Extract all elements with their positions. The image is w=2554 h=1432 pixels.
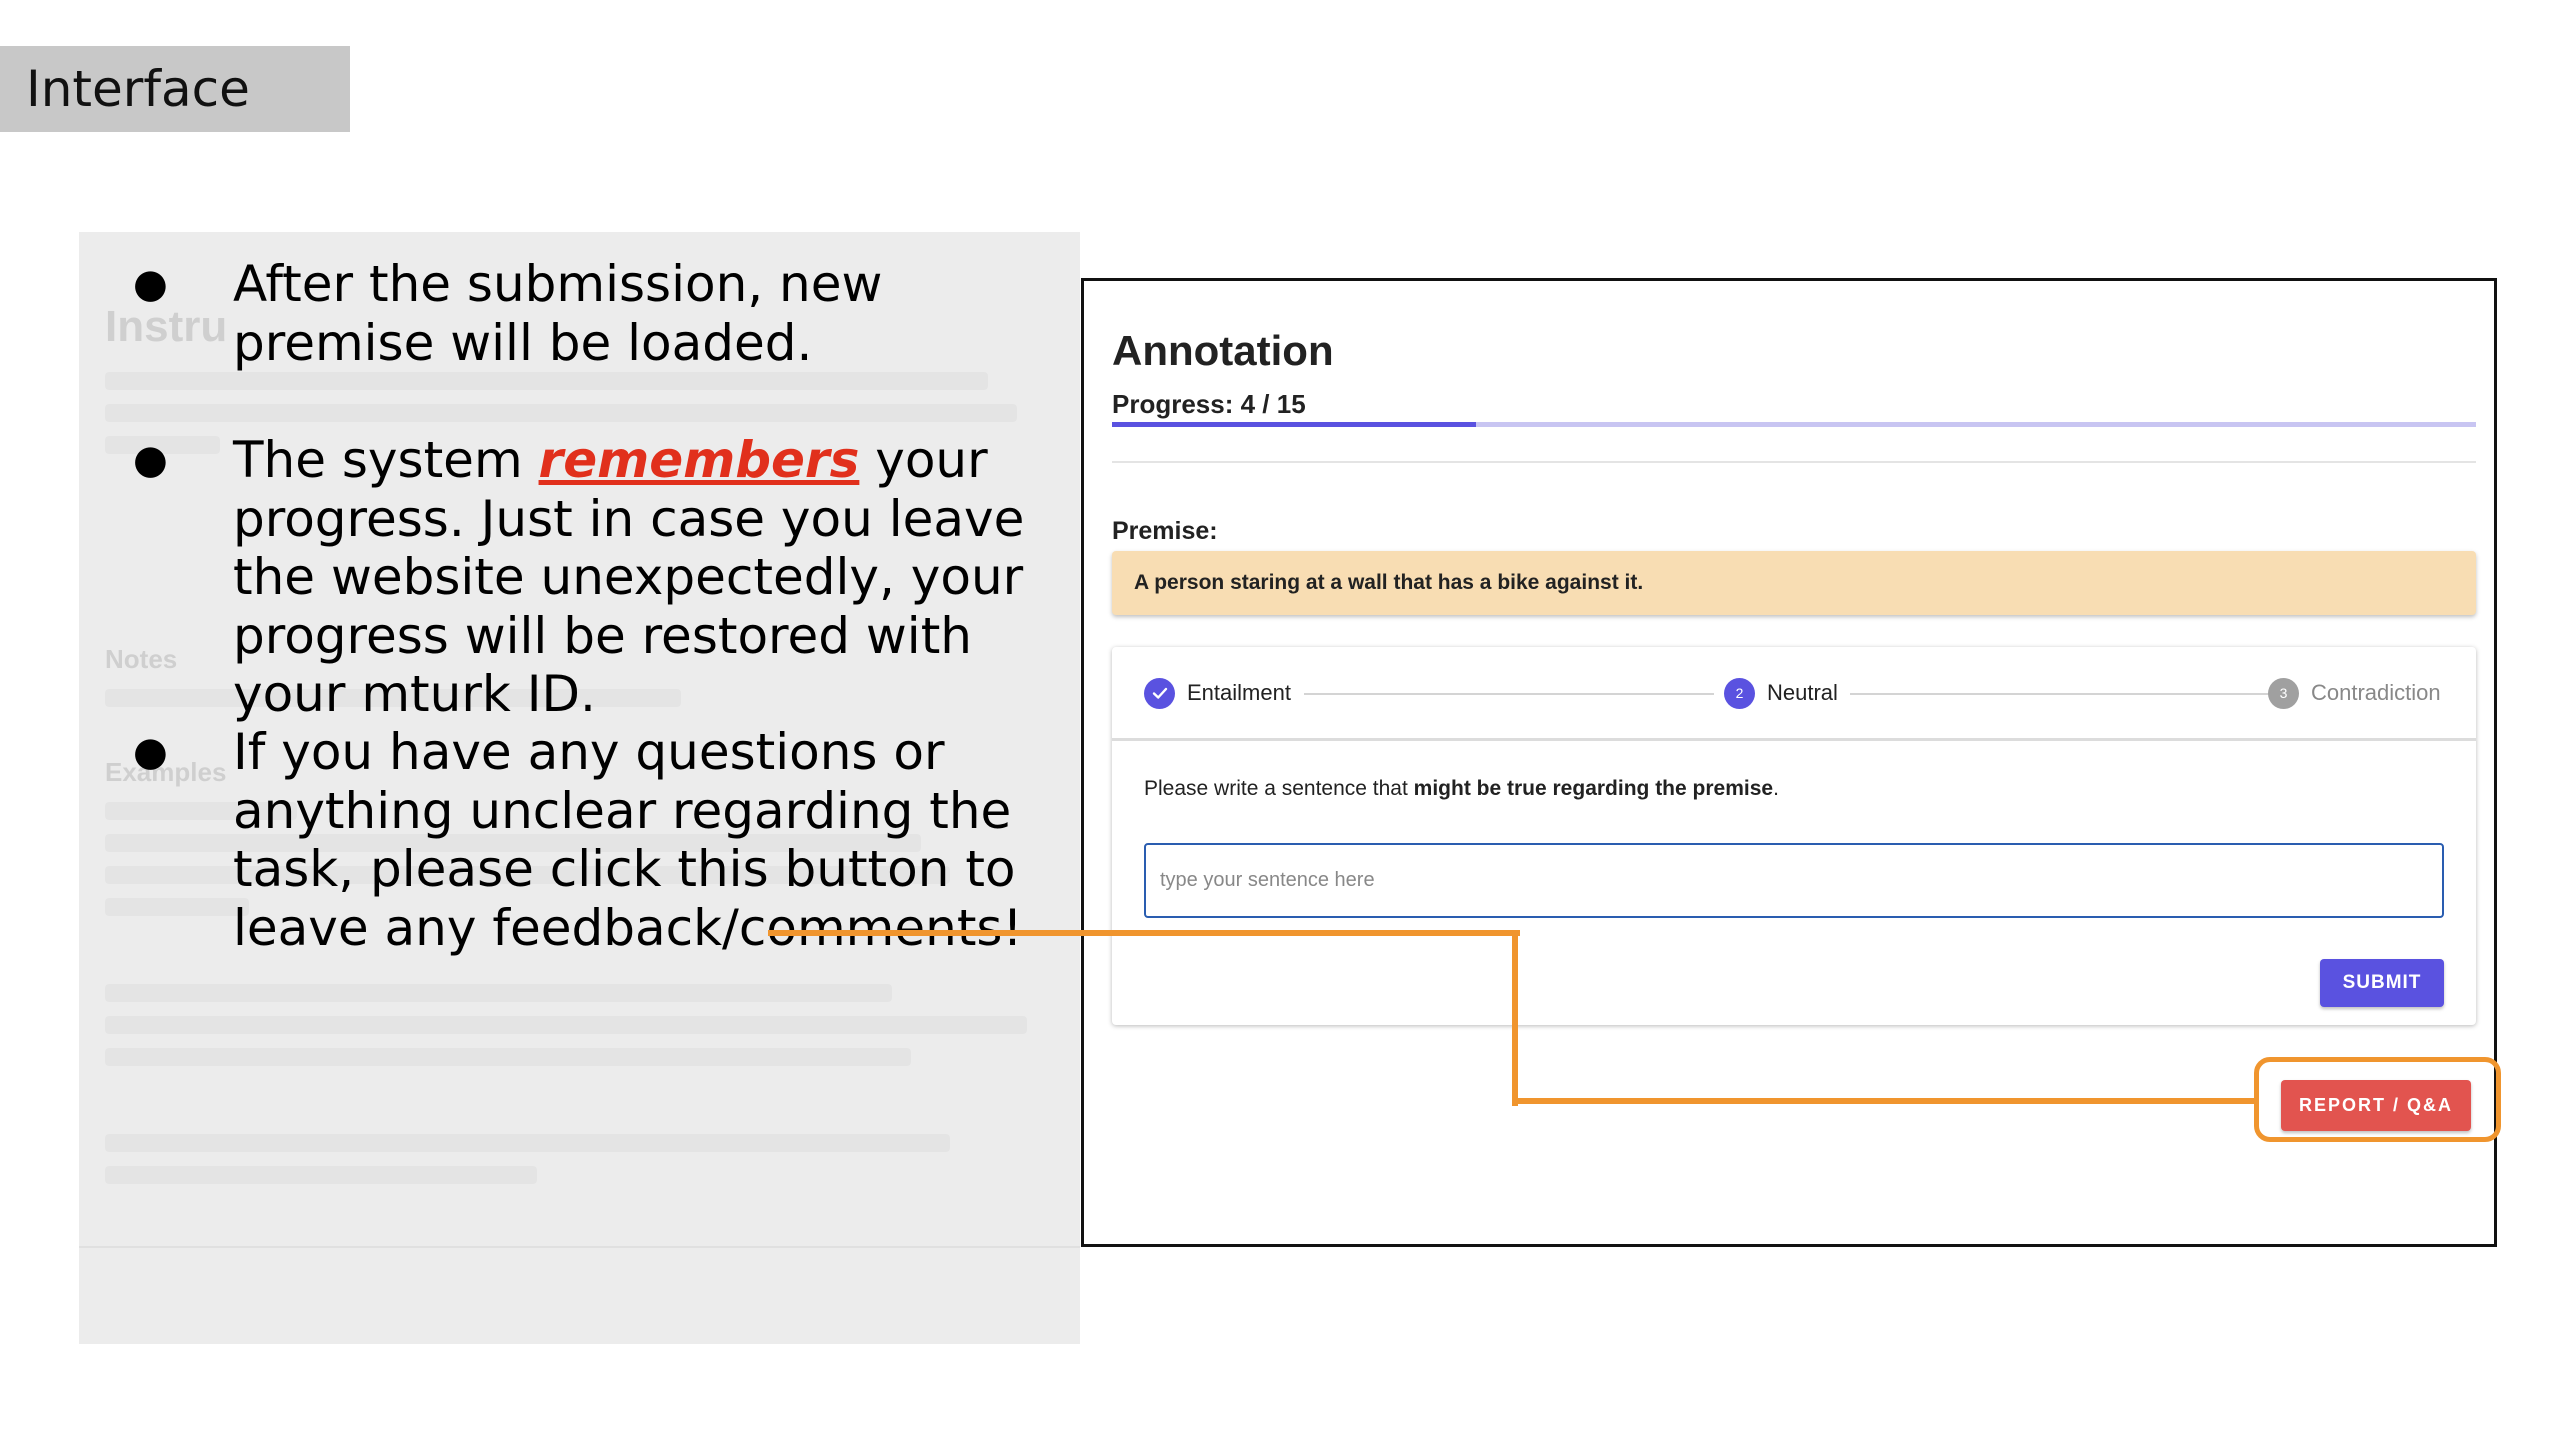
instruction-pre: Please write a sentence that: [1144, 777, 1414, 800]
instruction-bold: might be true regarding the premise: [1413, 777, 1774, 800]
callout-line-horizontal: [1512, 1098, 2256, 1104]
divider: [1112, 461, 2476, 463]
step-label: Entailment: [1187, 680, 1291, 705]
faded-footer-divider: [79, 1246, 1080, 1248]
step-connector: [1850, 693, 2270, 695]
step-entailment[interactable]: Entailment: [1144, 677, 1291, 709]
bullet-text: If you have any questions or anything un…: [233, 723, 1023, 957]
step-neutral[interactable]: 2 Neutral: [1724, 677, 1838, 709]
bullet-dot-icon: ●: [133, 261, 168, 307]
premise-text: A person staring at a wall that has a bi…: [1112, 551, 2476, 615]
check-icon: [1144, 677, 1175, 709]
slide-section-tag: Interface: [0, 46, 350, 132]
instruction-text: Please write a sentence that might be tr…: [1144, 777, 1779, 801]
progress-bar: [1112, 422, 2476, 427]
bullet-text: The system remembers your progress. Just…: [233, 431, 1093, 724]
callout-highlight-box: [2254, 1057, 2501, 1142]
bullet-text-pre: The system: [233, 431, 539, 489]
progress-label: Progress: 4 / 15: [1112, 389, 1306, 419]
bullet-dot-icon: ●: [133, 437, 168, 483]
callout-line-vertical: [1512, 930, 1518, 1106]
submit-button[interactable]: SUBMIT: [2320, 959, 2444, 1007]
bullet-text: After the submission, new premise will b…: [233, 255, 883, 372]
page-title: Annotation: [1112, 327, 1334, 374]
annotation-card: Entailment 2 Neutral 3 Contradiction Ple…: [1112, 647, 2476, 1025]
step-connector: [1304, 693, 1714, 695]
step-label: Neutral: [1767, 680, 1838, 705]
callout-line-horizontal: [768, 930, 1520, 936]
bullet-highlight: remembers: [538, 431, 860, 489]
sentence-input[interactable]: [1144, 843, 2444, 918]
step-contradiction[interactable]: 3 Contradiction: [2268, 677, 2441, 709]
step-number-badge: 3: [2268, 677, 2299, 709]
instruction-post: .: [1773, 777, 1779, 800]
step-number-badge: 2: [1724, 677, 1755, 709]
stepper: Entailment 2 Neutral 3 Contradiction: [1112, 647, 2476, 741]
step-label: Contradiction: [2311, 680, 2441, 705]
bullet-dot-icon: ●: [133, 729, 168, 775]
premise-label: Premise:: [1112, 517, 1218, 545]
progress-bar-fill: [1112, 422, 1476, 427]
